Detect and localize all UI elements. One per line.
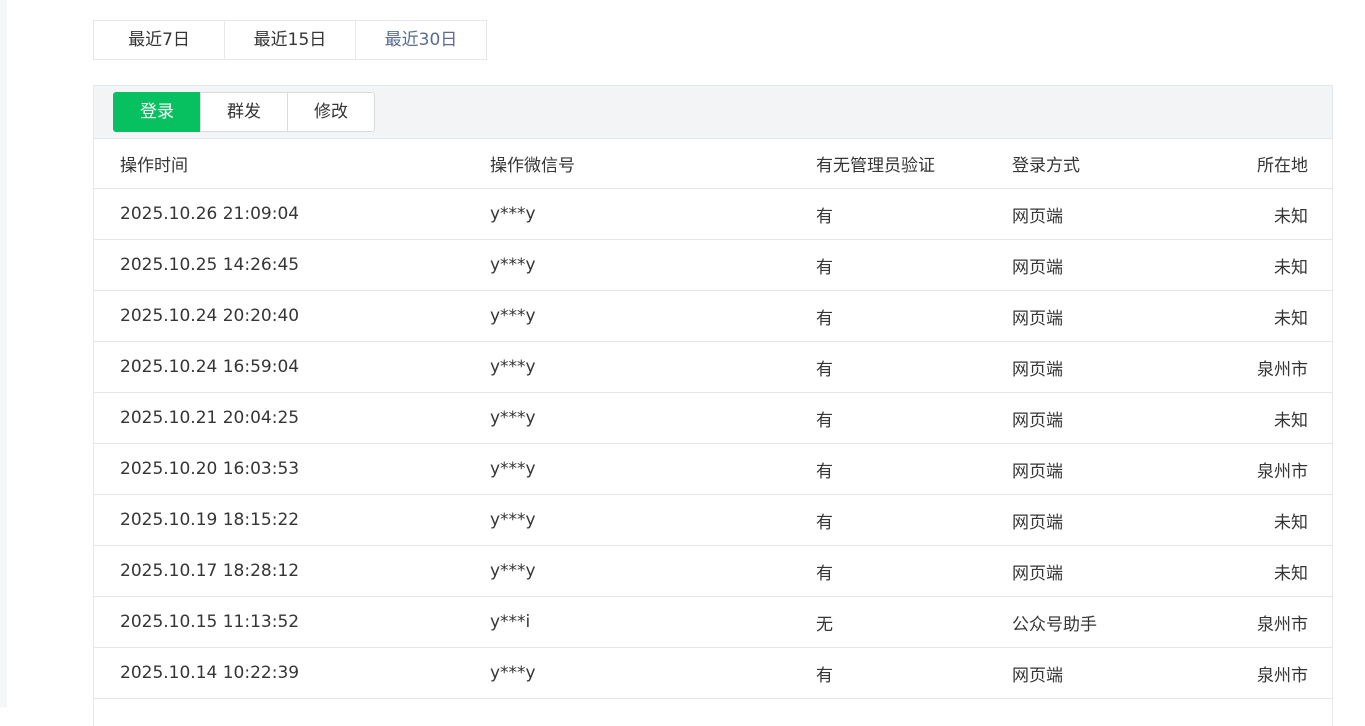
cell-admin-verify: 有: [816, 392, 1012, 444]
cell-admin-verify: 有: [816, 494, 1012, 546]
cell-admin-verify: 有: [816, 341, 1012, 393]
cell-admin-verify: 有: [816, 188, 1012, 240]
records-table: 操作时间 操作微信号 有无管理员验证 登录方式 所在地 2025.10.26 2…: [94, 139, 1332, 699]
cell-wechat-id: y***y: [490, 443, 816, 495]
cell-admin-verify: 有: [816, 647, 1012, 699]
cell-time: 2025.10.20 16:03:53: [94, 443, 490, 495]
column-header-time: 操作时间: [94, 139, 490, 189]
cell-wechat-id: y***y: [490, 290, 816, 342]
cell-admin-verify: 有: [816, 290, 1012, 342]
table-row: 2025.10.21 20:04:25 y***y 有网页端 未知: [94, 392, 1332, 444]
cell-time: 2025.10.14 10:22:39: [94, 647, 490, 699]
table-row: 2025.10.24 20:20:40 y***y 有网页端 未知: [94, 290, 1332, 342]
cell-login-method: 网页端: [1012, 188, 1172, 240]
cell-wechat-id: y***y: [490, 647, 816, 699]
cell-time: 2025.10.25 14:26:45: [94, 239, 490, 291]
table-row: 2025.10.14 10:22:39 y***y 有网页端 泉州市: [94, 647, 1332, 699]
records-panel: 登录 群发 修改 操作时间 操作微信号 有无管理员验证 登录方式 所在地 202…: [93, 85, 1333, 726]
table-row: 2025.10.26 21:09:04 y***y 有网页端 未知: [94, 188, 1332, 240]
range-tab-7-days[interactable]: 最近7日: [93, 20, 225, 60]
cell-location: 泉州市: [1172, 341, 1332, 393]
column-header-wechat-id: 操作微信号: [490, 139, 816, 189]
cell-time: 2025.10.24 16:59:04: [94, 341, 490, 393]
column-header-admin-verify: 有无管理员验证: [816, 139, 1012, 189]
cell-login-method: 网页端: [1012, 494, 1172, 546]
table-row: 2025.10.15 11:13:52 y***i 无公众号助手 泉州市: [94, 596, 1332, 648]
cell-time: 2025.10.24 20:20:40: [94, 290, 490, 342]
table-row: 2025.10.20 16:03:53 y***y 有网页端 泉州市: [94, 443, 1332, 495]
cell-login-method: 网页端: [1012, 545, 1172, 597]
cell-login-method: 网页端: [1012, 239, 1172, 291]
cell-login-method: 网页端: [1012, 341, 1172, 393]
cell-wechat-id: y***y: [490, 341, 816, 393]
range-tab-30-days[interactable]: 最近30日: [355, 20, 487, 60]
cell-time: 2025.10.26 21:09:04: [94, 188, 490, 240]
left-sidebar-edge: [0, 0, 7, 707]
cell-wechat-id: y***y: [490, 239, 816, 291]
cell-wechat-id: y***y: [490, 545, 816, 597]
cell-location: 泉州市: [1172, 443, 1332, 495]
cell-time: 2025.10.17 18:28:12: [94, 545, 490, 597]
range-tab-15-days[interactable]: 最近15日: [224, 20, 356, 60]
tab-mass-send[interactable]: 群发: [200, 92, 288, 132]
cell-admin-verify: 有: [816, 545, 1012, 597]
cell-admin-verify: 有: [816, 239, 1012, 291]
cell-login-method: 公众号助手: [1012, 596, 1172, 648]
table-row: 2025.10.25 14:26:45 y***y 有网页端 未知: [94, 239, 1332, 291]
column-header-location: 所在地: [1172, 139, 1332, 189]
cell-time: 2025.10.19 18:15:22: [94, 494, 490, 546]
cell-login-method: 网页端: [1012, 290, 1172, 342]
column-header-login-method: 登录方式: [1012, 139, 1172, 189]
tab-modify[interactable]: 修改: [287, 92, 375, 132]
date-range-tabs: 最近7日 最近15日 最近30日: [93, 20, 487, 60]
cell-login-method: 网页端: [1012, 647, 1172, 699]
cell-time: 2025.10.21 20:04:25: [94, 392, 490, 444]
cell-admin-verify: 无: [816, 596, 1012, 648]
cell-login-method: 网页端: [1012, 392, 1172, 444]
cell-time: 2025.10.15 11:13:52: [94, 596, 490, 648]
cell-location: 未知: [1172, 188, 1332, 240]
record-type-tabs: 登录 群发 修改: [113, 92, 375, 132]
cell-location: 未知: [1172, 239, 1332, 291]
table-header-row: 操作时间 操作微信号 有无管理员验证 登录方式 所在地: [94, 139, 1332, 189]
cell-location: 未知: [1172, 545, 1332, 597]
cell-wechat-id: y***y: [490, 392, 816, 444]
cell-location: 泉州市: [1172, 647, 1332, 699]
cell-wechat-id: y***y: [490, 494, 816, 546]
cell-location: 未知: [1172, 392, 1332, 444]
table-row: 2025.10.17 18:28:12 y***y 有网页端 未知: [94, 545, 1332, 597]
cell-login-method: 网页端: [1012, 443, 1172, 495]
table-row: 2025.10.19 18:15:22 y***y 有网页端 未知: [94, 494, 1332, 546]
cell-admin-verify: 有: [816, 443, 1012, 495]
cell-location: 未知: [1172, 290, 1332, 342]
cell-location: 泉州市: [1172, 596, 1332, 648]
cell-wechat-id: y***y: [490, 188, 816, 240]
table-row: 2025.10.24 16:59:04 y***y 有网页端 泉州市: [94, 341, 1332, 393]
tab-login[interactable]: 登录: [113, 92, 201, 132]
cell-wechat-id: y***i: [490, 596, 816, 648]
panel-header: 登录 群发 修改: [94, 86, 1332, 139]
cell-location: 未知: [1172, 494, 1332, 546]
